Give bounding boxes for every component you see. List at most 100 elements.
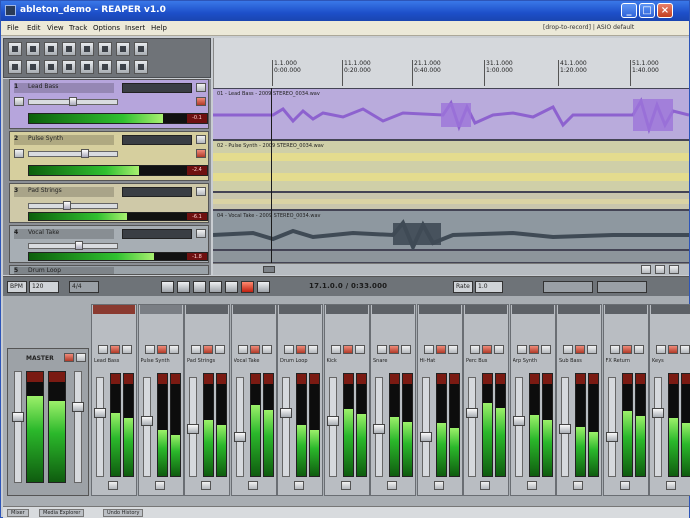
strip-fx-button[interactable]	[284, 345, 294, 354]
mixer-strip[interactable]: Drum Loop	[277, 304, 323, 496]
split-icon[interactable]	[8, 60, 22, 74]
strip-mute-button[interactable]	[575, 345, 585, 354]
strip-mute-button[interactable]	[249, 345, 260, 354]
record-button[interactable]	[241, 281, 254, 293]
strip-record-button[interactable]	[480, 481, 490, 490]
mixer-strip[interactable]: Pulse Synth	[137, 304, 184, 496]
strip-record-button[interactable]	[201, 481, 211, 490]
strip-fx-button[interactable]	[144, 345, 155, 354]
strip-header[interactable]	[325, 305, 368, 314]
strip-fader[interactable]	[280, 377, 292, 477]
track-panel-4[interactable]: 4 Vocal Take -1.8	[9, 225, 209, 263]
mixer-strip[interactable]: Keys	[649, 304, 690, 496]
strip-fader-knob[interactable]	[280, 408, 292, 418]
strip-fx-button[interactable]	[470, 345, 480, 354]
strip-header[interactable]	[511, 305, 554, 314]
strip-fader[interactable]	[326, 377, 339, 477]
strip-solo-button[interactable]	[168, 345, 179, 354]
strip-mute-button[interactable]	[435, 345, 446, 354]
strip-fader-knob[interactable]	[140, 416, 153, 426]
master-pan-knob[interactable]	[72, 402, 84, 412]
master-fader-knob[interactable]	[12, 412, 24, 422]
mixer-strip[interactable]: Arp Synth	[509, 304, 556, 496]
go-to-start-button[interactable]	[161, 281, 174, 293]
volume-knob[interactable]	[75, 241, 83, 250]
strip-mute-button[interactable]	[342, 345, 353, 354]
strip-fader[interactable]	[559, 377, 571, 477]
strip-fader[interactable]	[233, 377, 246, 477]
menu-options[interactable]: Options	[93, 24, 120, 32]
strip-mute-button[interactable]	[621, 345, 632, 354]
strip-mute-button[interactable]	[389, 345, 399, 354]
strip-header[interactable]	[651, 305, 690, 314]
strip-header[interactable]	[232, 305, 275, 314]
mute-button[interactable]	[14, 149, 24, 158]
track-name[interactable]: Pulse Synth	[14, 135, 114, 145]
scroll-left-button[interactable]	[669, 265, 679, 274]
strip-fx-button[interactable]	[563, 345, 573, 354]
mixer-strip[interactable]: Pad Strings	[184, 304, 230, 496]
save-project-icon[interactable]	[44, 42, 58, 56]
tab-mixer[interactable]: Mixer	[7, 509, 29, 517]
media-item-5[interactable]	[213, 250, 689, 263]
strip-header[interactable]	[279, 305, 321, 314]
rate-field[interactable]: 1.0	[475, 281, 503, 293]
strip-header[interactable]	[93, 305, 135, 314]
strip-record-button[interactable]	[666, 481, 676, 490]
strip-mute-button[interactable]	[668, 345, 678, 354]
strip-mute-button[interactable]	[110, 345, 120, 354]
strip-header[interactable]	[139, 305, 182, 314]
mixer-strip[interactable]: Snare	[370, 304, 416, 496]
strip-fader[interactable]	[605, 377, 618, 477]
undo-icon[interactable]	[62, 42, 76, 56]
master-mute-button[interactable]	[64, 353, 74, 362]
mixer-strip[interactable]: Lead Bass	[91, 304, 137, 496]
track-panel-5[interactable]: 5 Drum Loop	[9, 265, 209, 275]
edit-cursor[interactable]	[271, 88, 272, 263]
strip-record-button[interactable]	[433, 481, 444, 490]
strip-record-button[interactable]	[247, 481, 258, 490]
maximize-button[interactable]: □	[639, 3, 655, 18]
strip-solo-button[interactable]	[122, 345, 132, 354]
strip-solo-button[interactable]	[447, 345, 458, 354]
strip-solo-button[interactable]	[494, 345, 504, 354]
media-item-4[interactable]: 04 - Vocal Take - 2009 STEREO_0034.wav	[213, 210, 689, 251]
fx-icon[interactable]	[116, 60, 130, 74]
selection-start-field[interactable]	[543, 281, 593, 293]
loop-button[interactable]	[225, 281, 238, 293]
grid-icon[interactable]	[116, 42, 130, 56]
new-project-icon[interactable]	[8, 42, 22, 56]
strip-fader[interactable]	[419, 377, 432, 477]
strip-solo-button[interactable]	[261, 345, 272, 354]
play-button[interactable]	[177, 281, 190, 293]
strip-fader-knob[interactable]	[512, 416, 525, 426]
strip-fx-button[interactable]	[423, 345, 434, 354]
redo-icon[interactable]	[80, 42, 94, 56]
strip-record-button[interactable]	[619, 481, 630, 490]
strip-solo-button[interactable]	[308, 345, 318, 354]
track-panel-2[interactable]: 2 Pulse Synth -2.4	[9, 131, 209, 181]
time-signature-field[interactable]: 4/4	[69, 281, 99, 293]
mixer-strip[interactable]: Vocal Take	[230, 304, 277, 496]
bpm-field[interactable]: 120	[29, 281, 59, 293]
scroll-thumb[interactable]	[263, 266, 275, 273]
mixer-strip[interactable]: Hi-Hat	[416, 304, 463, 496]
mixer-strip[interactable]: Sub Bass	[556, 304, 602, 496]
track-name[interactable]: Lead Bass	[14, 83, 114, 93]
strip-fader[interactable]	[373, 377, 385, 477]
record-arm-button[interactable]	[196, 229, 206, 238]
strip-fader-knob[interactable]	[559, 424, 571, 434]
menu-edit[interactable]: Edit	[27, 24, 41, 32]
timeline-ruler[interactable]: 1.1.000 0:00.000 11.1.000 0:20.000 21.1.00…	[213, 38, 689, 88]
strip-header[interactable]	[186, 305, 228, 314]
phase-button[interactable]	[196, 97, 206, 106]
strip-mute-button[interactable]	[203, 345, 213, 354]
close-button[interactable]: ×	[657, 3, 673, 18]
horizontal-scrollbar[interactable]	[213, 263, 689, 275]
strip-record-button[interactable]	[573, 481, 583, 490]
strip-fader[interactable]	[94, 377, 106, 477]
strip-mute-button[interactable]	[296, 345, 306, 354]
phase-button[interactable]	[196, 149, 206, 158]
menu-view[interactable]: View	[47, 24, 64, 32]
strip-solo-button[interactable]	[633, 345, 644, 354]
